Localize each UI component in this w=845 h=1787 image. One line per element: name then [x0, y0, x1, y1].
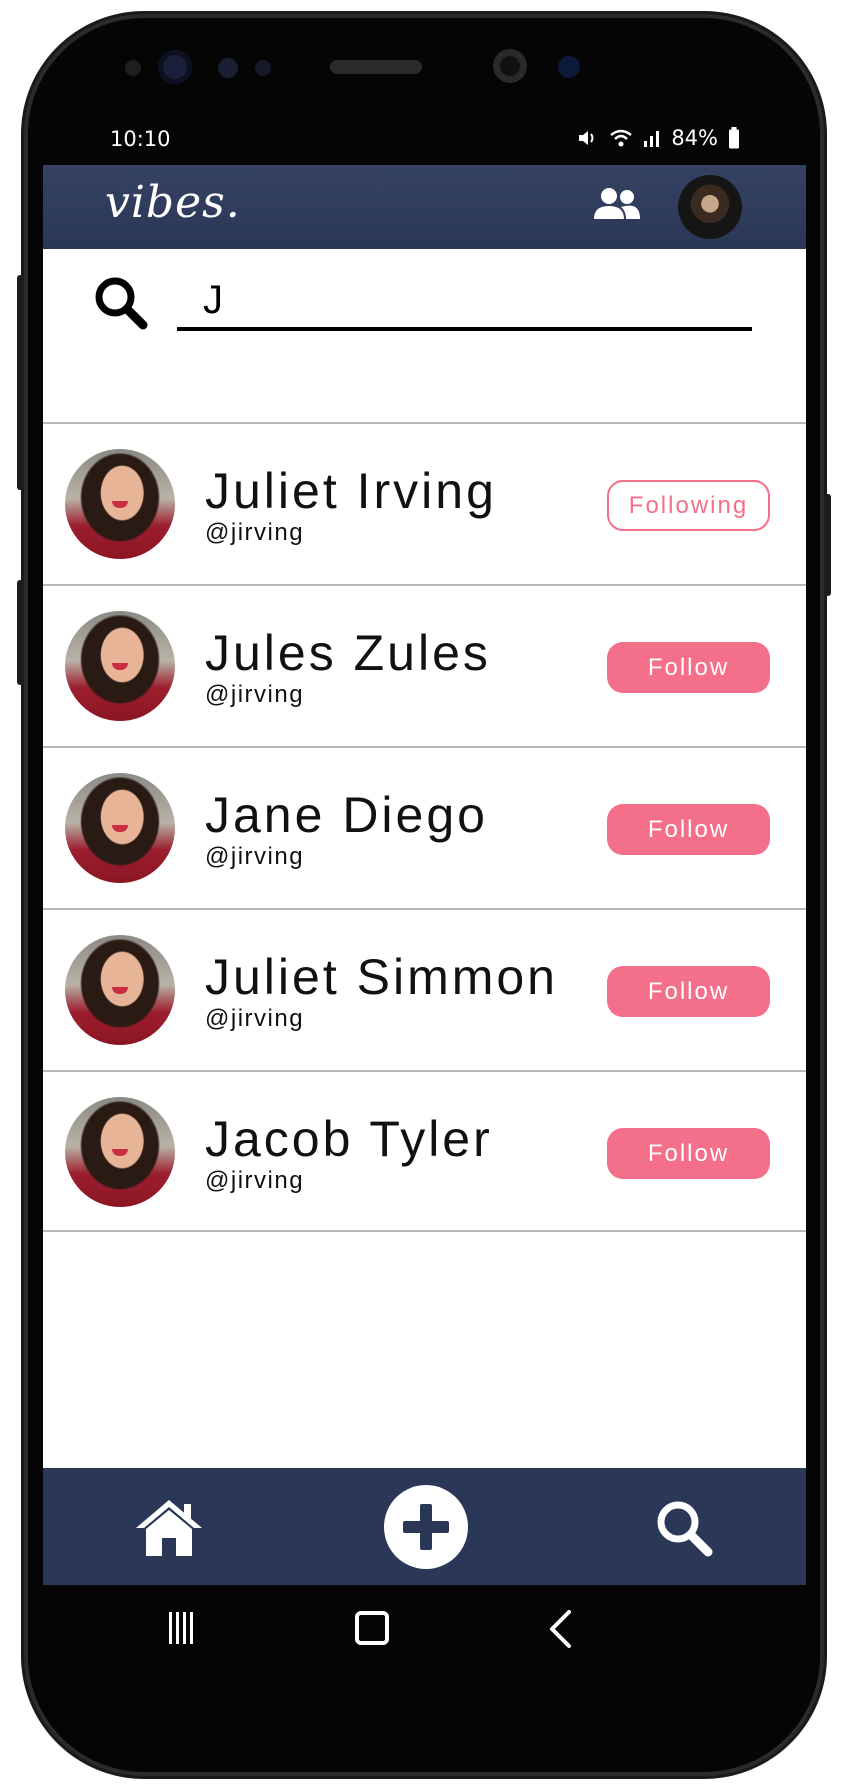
search-icon [95, 277, 148, 330]
user-handle: @jirving [205, 681, 305, 708]
search-results-list: Juliet Irving @jirving Following Jules Z… [43, 422, 806, 1232]
system-nav-bar [43, 1585, 806, 1695]
app-screen: vibes. Juliet Irving @jirving Following … [43, 165, 806, 1585]
volume-up-button [17, 275, 24, 490]
user-name: Jacob Tyler [205, 1111, 493, 1167]
status-bar: 10:10 84% [43, 120, 806, 165]
sensor-dot [255, 60, 271, 76]
user-avatar[interactable] [65, 611, 175, 721]
signal-icon [644, 131, 660, 147]
list-item[interactable]: Juliet Simmon @jirving Follow [43, 908, 806, 1070]
sensor-dot [218, 58, 238, 78]
sensor-dot [125, 60, 141, 76]
app-logo: vibes. [105, 177, 241, 228]
follow-button[interactable]: Follow [607, 1128, 770, 1179]
list-item[interactable]: Jane Diego @jirving Follow [43, 746, 806, 908]
user-name: Jane Diego [205, 787, 488, 843]
search-input[interactable] [177, 273, 752, 331]
user-name: Juliet Simmon [205, 949, 558, 1005]
volume-down-button [17, 580, 24, 685]
battery-percent: 84% [671, 126, 718, 150]
search-icon[interactable] [654, 1498, 714, 1558]
user-handle: @jirving [205, 1005, 305, 1032]
home-square-icon[interactable] [355, 1611, 389, 1645]
earpiece-speaker [330, 60, 422, 74]
add-icon[interactable] [383, 1484, 469, 1570]
list-item[interactable]: Juliet Irving @jirving Following [43, 422, 806, 584]
back-icon[interactable] [547, 1609, 573, 1649]
follow-button[interactable]: Follow [607, 642, 770, 693]
user-avatar[interactable] [65, 935, 175, 1045]
front-camera [493, 49, 527, 83]
friends-icon[interactable] [594, 187, 640, 221]
status-time: 10:10 [110, 127, 171, 151]
follow-button[interactable]: Follow [607, 966, 770, 1017]
user-handle: @jirving [205, 1167, 305, 1194]
volume-icon [579, 131, 594, 145]
user-handle: @jirving [205, 519, 305, 546]
user-avatar[interactable] [65, 449, 175, 559]
profile-avatar[interactable] [678, 175, 742, 239]
bottom-nav-bar [43, 1468, 806, 1585]
top-app-bar: vibes. [43, 165, 806, 249]
user-avatar[interactable] [65, 1097, 175, 1207]
follow-button[interactable]: Follow [607, 804, 770, 855]
following-button[interactable]: Following [607, 480, 770, 531]
user-name: Juliet Irving [205, 463, 497, 519]
iris-camera [158, 50, 192, 84]
recents-icon[interactable] [167, 1610, 197, 1646]
list-item[interactable]: Jules Zules @jirving Follow [43, 584, 806, 746]
user-name: Jules Zules [205, 625, 491, 681]
home-icon[interactable] [134, 1496, 204, 1558]
battery-icon [729, 127, 739, 149]
user-avatar[interactable] [65, 773, 175, 883]
user-handle: @jirving [205, 843, 305, 870]
power-button [824, 494, 831, 596]
front-camera-secondary [558, 56, 580, 78]
wifi-icon [610, 129, 633, 147]
list-item[interactable]: Jacob Tyler @jirving Follow [43, 1070, 806, 1232]
